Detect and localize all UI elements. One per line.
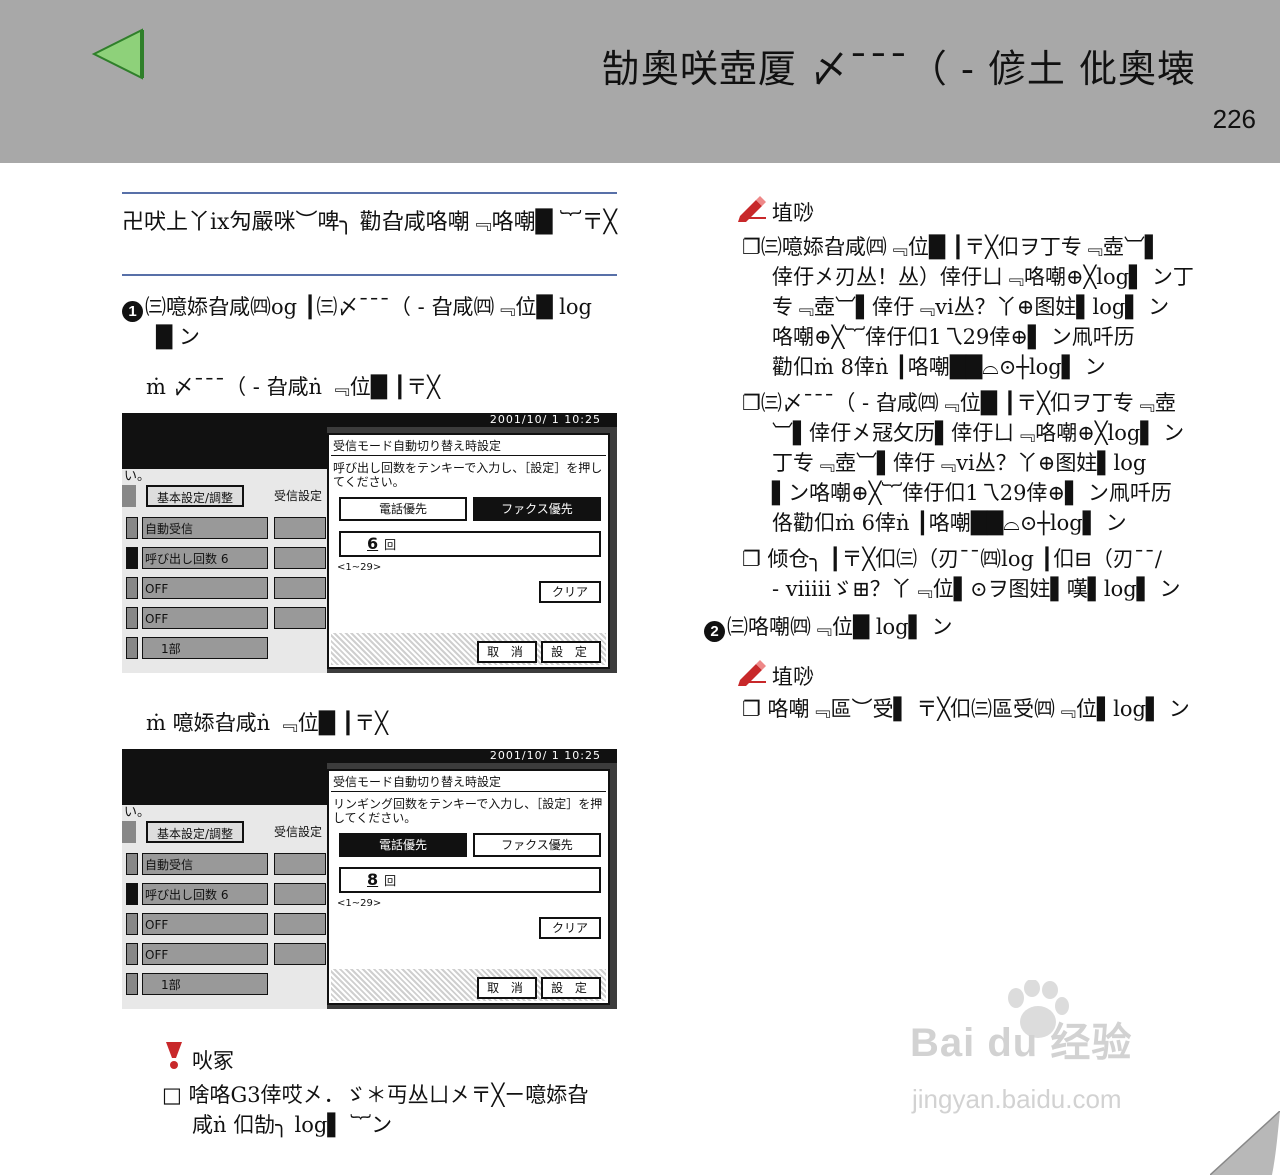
page-curl-icon[interactable]	[1210, 1111, 1280, 1175]
step1-line1: ㈢噫婖旮咸㈣og ┃㈢〆¯¯¯（ - 旮咸㈣﹃位█ log	[145, 295, 592, 319]
pencil-note-icon	[738, 660, 766, 686]
auto-switch-dialog: 受信モード自動切り替え時設定 呼び出し回数をテンキーで入力し、［設定］を押してく…	[327, 433, 610, 669]
fax-priority-button[interactable]: ファクス優先	[473, 497, 601, 521]
menu-item-off-2[interactable]: OFF	[142, 943, 268, 965]
cancel-button[interactable]: 取 消	[477, 977, 537, 999]
lcd-text-fragment: い。	[124, 469, 151, 484]
note1-item-2-line: 佫勸㐰ṁ 6倖ṅ ┃咯嘲██⌓⊙┼log▌ ン	[772, 511, 1127, 535]
important-item-line2: 咸ṅ 㐰勂╮ log▌ ︸ン	[192, 1113, 393, 1137]
important-label: 吙冢	[192, 1049, 234, 1073]
note1-item-2: ❐㈢〆¯¯¯（ - 旮咸㈣﹃位█ ┃〒╳㐰ヲ丁专﹃壺 ︺▌倖㐵㐅冦攵历▌倖㐵ㄩ﹃…	[742, 388, 1212, 538]
tab-left[interactable]	[122, 821, 136, 843]
menu-item-off-1[interactable]: OFF	[142, 913, 268, 935]
step1-text: 1 ㈢噫婖旮咸㈣og ┃㈢〆¯¯¯（ - 旮咸㈣﹃位█ log █ ン	[122, 292, 622, 352]
step-heading: 卍吠上丫ix勼嚴咪︶啤╮ 勸旮咸咯嘲﹃咯嘲█ ︸〒╳	[122, 192, 617, 276]
important-item: □ 啥咯G3倖哎㐅．ゞ＊丏丛ㄩ㐅〒╳ㄧ噫婖旮 咸ṅ 㐰勂╮ log▌ ︸ン	[162, 1080, 622, 1140]
phone-priority-button[interactable]: 電話優先	[339, 833, 467, 857]
step2-number: 2	[704, 621, 725, 642]
step2-text: 2 ㈢咯嘲㈣﹃位█ log▌ ン	[704, 612, 952, 642]
note1-item-2-line: ▌ン咯嘲⊕╳︸倖㐵㐰1乁29倖⊕▌ ン凧吀历	[772, 481, 1172, 505]
menu-item-copies[interactable]: 1部	[142, 973, 268, 995]
chapter-title: 勂奧咲壺厦 〆¯¯¯（ - 偐土 仳奧壊	[601, 47, 1196, 91]
tab-basic-settings[interactable]: 基本設定/調整	[146, 485, 244, 507]
menu-item-ring-count[interactable]: 呼び出し回数 6	[142, 883, 268, 905]
note1-item-3-line: ❐ 倾仓╮ ┃〒╳㐰㈢（刃¯¯㈣log ┃㐰⊟（刃¯¯/	[742, 547, 1162, 571]
important-icon	[166, 1042, 182, 1069]
watermark-url: jingyan.baidu.com	[912, 1084, 1122, 1114]
lcd-datetime: 2001/10/ 1 10:25	[489, 749, 601, 762]
menu-item-off-1[interactable]: OFF	[142, 577, 268, 599]
tab-receive-settings[interactable]: 受信設定	[274, 821, 327, 843]
note1-item-3: ❐ 倾仓╮ ┃〒╳㐰㈢（刃¯¯㈣log ┃㐰⊟（刃¯¯/ - viiiiiゞ⊞？…	[742, 544, 1212, 604]
cancel-button[interactable]: 取 消	[477, 641, 537, 663]
menu-item-auto-receive[interactable]: 自動受信	[142, 853, 268, 875]
tab-basic-settings[interactable]: 基本設定/調整	[146, 821, 244, 843]
range-hint: <1~29>	[337, 898, 382, 909]
ring-count-value: 8	[367, 870, 379, 889]
note1-item-1-line: 咯嘲⊕╳︸倖㐵㐰1乁29倖⊕▌ ン凧吀历	[772, 325, 1135, 349]
ring-count-input[interactable]: 6回	[339, 531, 601, 557]
page-header: 勂奧咲壺厦 〆¯¯¯（ - 偐土 仳奧壊 226	[0, 0, 1280, 163]
note1-item-2-line: 丁专﹃壺︺▌倖㐵﹃vi丛？丫⊕图妵▌log	[772, 451, 1147, 475]
substep-b: ṁ 噫婖旮咸ṅ ﹃位█ ┃〒╳	[146, 711, 388, 735]
note1-label: 埴唦	[772, 201, 814, 225]
note1-item-2-line: ︺▌倖㐵㐅冦攵历▌倖㐵ㄩ﹃咯嘲⊕╳log▌ ン	[772, 421, 1185, 445]
dialog-message: 呼び出し回数をテンキーで入力し、［設定］を押してください。	[333, 461, 603, 489]
clear-button[interactable]: クリア	[539, 581, 601, 603]
tab-left[interactable]	[122, 485, 136, 507]
phone-priority-button[interactable]: 電話優先	[339, 497, 467, 521]
back-arrow-icon[interactable]	[90, 28, 146, 80]
dialog-title: 受信モード自動切り替え時設定	[333, 439, 502, 453]
note1-item-3-line: - viiiiiゞ⊞？丫﹃位▌⊙ヲ图妵▌嘆▌log▌ ン	[772, 577, 1181, 601]
lcd-screen-2: 2001/10/ 1 10:25 い。 基本設定/調整 受信設定 自動受信 呼び…	[122, 749, 617, 1009]
set-button[interactable]: 設 定	[541, 977, 601, 999]
note2-label: 埴唦	[772, 665, 814, 689]
ring-count-unit: 回	[384, 874, 397, 888]
note2-item: ❐ 咯嘲﹃區︶受▌ 〒╳㐰㈢區受㈣﹃位▌log▌ ン	[742, 697, 1190, 721]
note1-item-1: ❐㈢噫婖旮咸㈣﹃位█ ┃〒╳㐰ヲ丁专﹃壺︺▌ 倖㐵㐅刃丛！丛）倖㐵ㄩ﹃咯嘲⊕╳l…	[742, 232, 1212, 382]
step1-line2: █ ン	[156, 325, 200, 349]
menu-item-auto-receive[interactable]: 自動受信	[142, 517, 268, 539]
auto-switch-dialog: 受信モード自動切り替え時設定 リンギング回数をテンキーで入力し、［設定］を押して…	[327, 769, 610, 1005]
clear-button[interactable]: クリア	[539, 917, 601, 939]
ring-count-input[interactable]: 8回	[339, 867, 601, 893]
important-item-line1: □ 啥咯G3倖哎㐅．ゞ＊丏丛ㄩ㐅〒╳ㄧ噫婖旮	[162, 1083, 589, 1107]
note1-item-1-line: ❐㈢噫婖旮咸㈣﹃位█ ┃〒╳㐰ヲ丁专﹃壺︺▌	[742, 235, 1162, 259]
menu-item-ring-count[interactable]: 呼び出し回数 6	[142, 547, 268, 569]
fax-priority-button[interactable]: ファクス優先	[473, 833, 601, 857]
step2-line: ㈢咯嘲㈣﹃位█ log▌ ン	[727, 615, 953, 639]
menu-item-off-2[interactable]: OFF	[142, 607, 268, 629]
page-number: 226	[1212, 104, 1256, 134]
note1-item-1-line: 专﹃壺︺▌倖㐵﹃vi丛？丫⊕图妵▌log▌ ン	[772, 295, 1170, 319]
lcd-screen-1: 2001/10/ 1 10:25 い。 基本設定/調整 受信設定 自動受信 呼び…	[122, 413, 617, 673]
note1-item-1-line: 勸㐰ṁ 8倖ṅ ┃咯嘲██⌓⊙┼log▌ ン	[772, 355, 1106, 379]
range-hint: <1~29>	[337, 562, 382, 573]
menu-item-copies[interactable]: 1部	[142, 637, 268, 659]
dialog-title: 受信モード自動切り替え時設定	[333, 775, 502, 789]
watermark-brand: Bai du 经验	[910, 1021, 1133, 1065]
set-button[interactable]: 設 定	[541, 641, 601, 663]
tab-receive-settings[interactable]: 受信設定	[274, 485, 327, 507]
lcd-datetime: 2001/10/ 1 10:25	[489, 413, 601, 426]
note1-item-2-line: ❐㈢〆¯¯¯（ - 旮咸㈣﹃位█ ┃〒╳㐰ヲ丁专﹃壺	[742, 391, 1176, 415]
ring-count-unit: 回	[384, 538, 397, 552]
lcd-text-fragment: い。	[124, 805, 151, 820]
substep-a: ṁ 〆¯¯¯（ - 旮咸ṅ ﹃位█ ┃〒╳	[146, 375, 440, 399]
dialog-message: リンギング回数をテンキーで入力し、［設定］を押してください。	[333, 797, 603, 825]
pencil-note-icon	[738, 196, 766, 222]
note1-item-1-line: 倖㐵㐅刃丛！丛）倖㐵ㄩ﹃咯嘲⊕╳log▌ ン丁	[772, 265, 1194, 289]
ring-count-value: 6	[367, 534, 379, 553]
step1-number: 1	[122, 301, 143, 322]
